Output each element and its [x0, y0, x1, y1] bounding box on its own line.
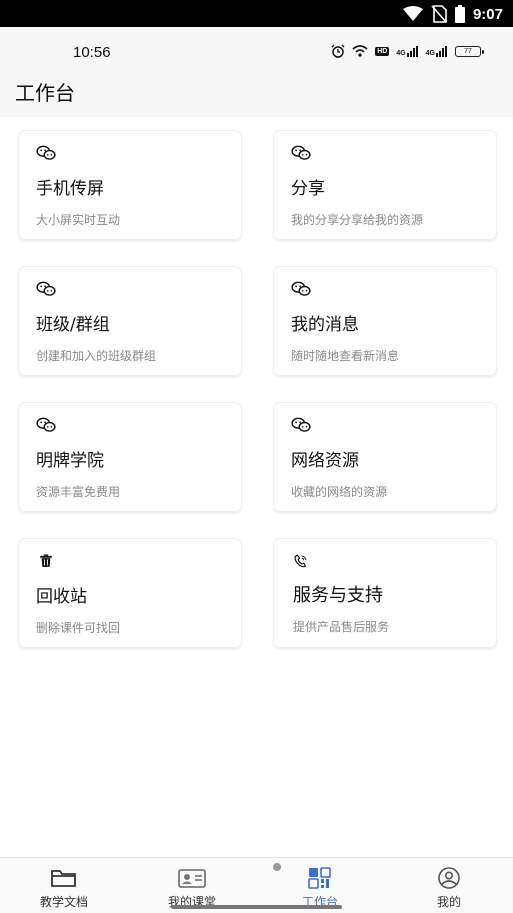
signal-4g-1: 4G	[396, 45, 418, 57]
app-header: 工作台	[0, 79, 513, 117]
card-title: 回收站	[36, 587, 87, 607]
battery-icon	[454, 5, 465, 23]
page-title: 工作台	[15, 81, 75, 105]
card-subtitle: 随时随地查看新消息	[291, 349, 400, 363]
card-title: 分享	[291, 179, 325, 199]
folder-icon	[51, 870, 76, 887]
no-sim-icon	[431, 5, 447, 23]
nav-label: 我的	[436, 895, 461, 909]
app-status-bar: 10:56 HD 4G 4G 77	[0, 27, 513, 79]
alarm-icon	[331, 44, 345, 58]
card-title: 网络资源	[291, 451, 359, 471]
nav-me[interactable]: 我的	[385, 858, 513, 913]
status-time: 10:56	[73, 44, 111, 61]
card-title: 服务与支持	[293, 585, 383, 606]
wifi-signal-icon	[352, 45, 368, 57]
home-indicator[interactable]	[171, 905, 342, 909]
card-service-support[interactable]: 服务与支持 提供产品售后服务	[274, 539, 496, 647]
card-messages[interactable]: 我的消息 随时随地查看新消息	[274, 267, 496, 375]
card-subtitle: 大小屏实时互动	[36, 213, 121, 227]
card-title: 明牌学院	[36, 451, 104, 471]
wechat-icon	[36, 145, 56, 160]
grid-icon	[308, 867, 331, 889]
card-subtitle: 收藏的网络的资源	[291, 485, 388, 499]
card-title: 班级/群组	[36, 315, 110, 335]
card-screen-cast[interactable]: 手机传屏 大小屏实时互动	[19, 131, 241, 239]
card-subtitle: 创建和加入的班级群组	[36, 349, 157, 363]
wechat-icon	[291, 417, 311, 432]
trash-icon	[40, 554, 52, 567]
card-title: 我的消息	[291, 315, 359, 335]
nav-label: 教学文档	[39, 895, 88, 909]
card-recycle-bin[interactable]: 回收站 删除课件可找回	[19, 539, 241, 647]
card-subtitle: 我的分享分享给我的资源	[291, 213, 424, 227]
card-subtitle: 资源丰富免费用	[36, 485, 121, 499]
network-label: 4G	[396, 49, 406, 57]
wechat-icon	[36, 281, 56, 296]
card-subtitle: 提供产品售后服务	[293, 620, 390, 634]
signal-4g-2: 4G	[425, 45, 448, 57]
id-card-icon	[178, 869, 206, 888]
system-time: 9:07	[472, 5, 503, 23]
signal-bars-icon	[406, 45, 418, 57]
card-network-resources[interactable]: 网络资源 收藏的网络的资源	[274, 403, 496, 511]
card-subtitle: 删除课件可找回	[36, 621, 121, 635]
card-academy[interactable]: 明牌学院 资源丰富免费用	[19, 403, 241, 511]
wechat-icon	[36, 417, 56, 432]
nav-teaching-docs[interactable]: 教学文档	[0, 858, 128, 913]
wechat-icon	[291, 145, 311, 160]
wechat-icon	[291, 281, 311, 296]
system-status-bar: 9:07	[0, 0, 513, 27]
card-title: 手机传屏	[36, 179, 104, 199]
network-label: 4G	[425, 49, 435, 57]
battery-level: 77	[455, 45, 484, 57]
phone-icon	[294, 554, 307, 568]
signal-bars-icon	[436, 45, 447, 57]
nav-dot	[273, 863, 281, 871]
card-share[interactable]: 分享 我的分享分享给我的资源	[274, 131, 496, 239]
card-class-group[interactable]: 班级/群组 创建和加入的班级群组	[19, 267, 241, 375]
hd-badge: HD	[375, 46, 390, 56]
wifi-icon	[402, 6, 423, 21]
user-icon	[438, 867, 460, 889]
